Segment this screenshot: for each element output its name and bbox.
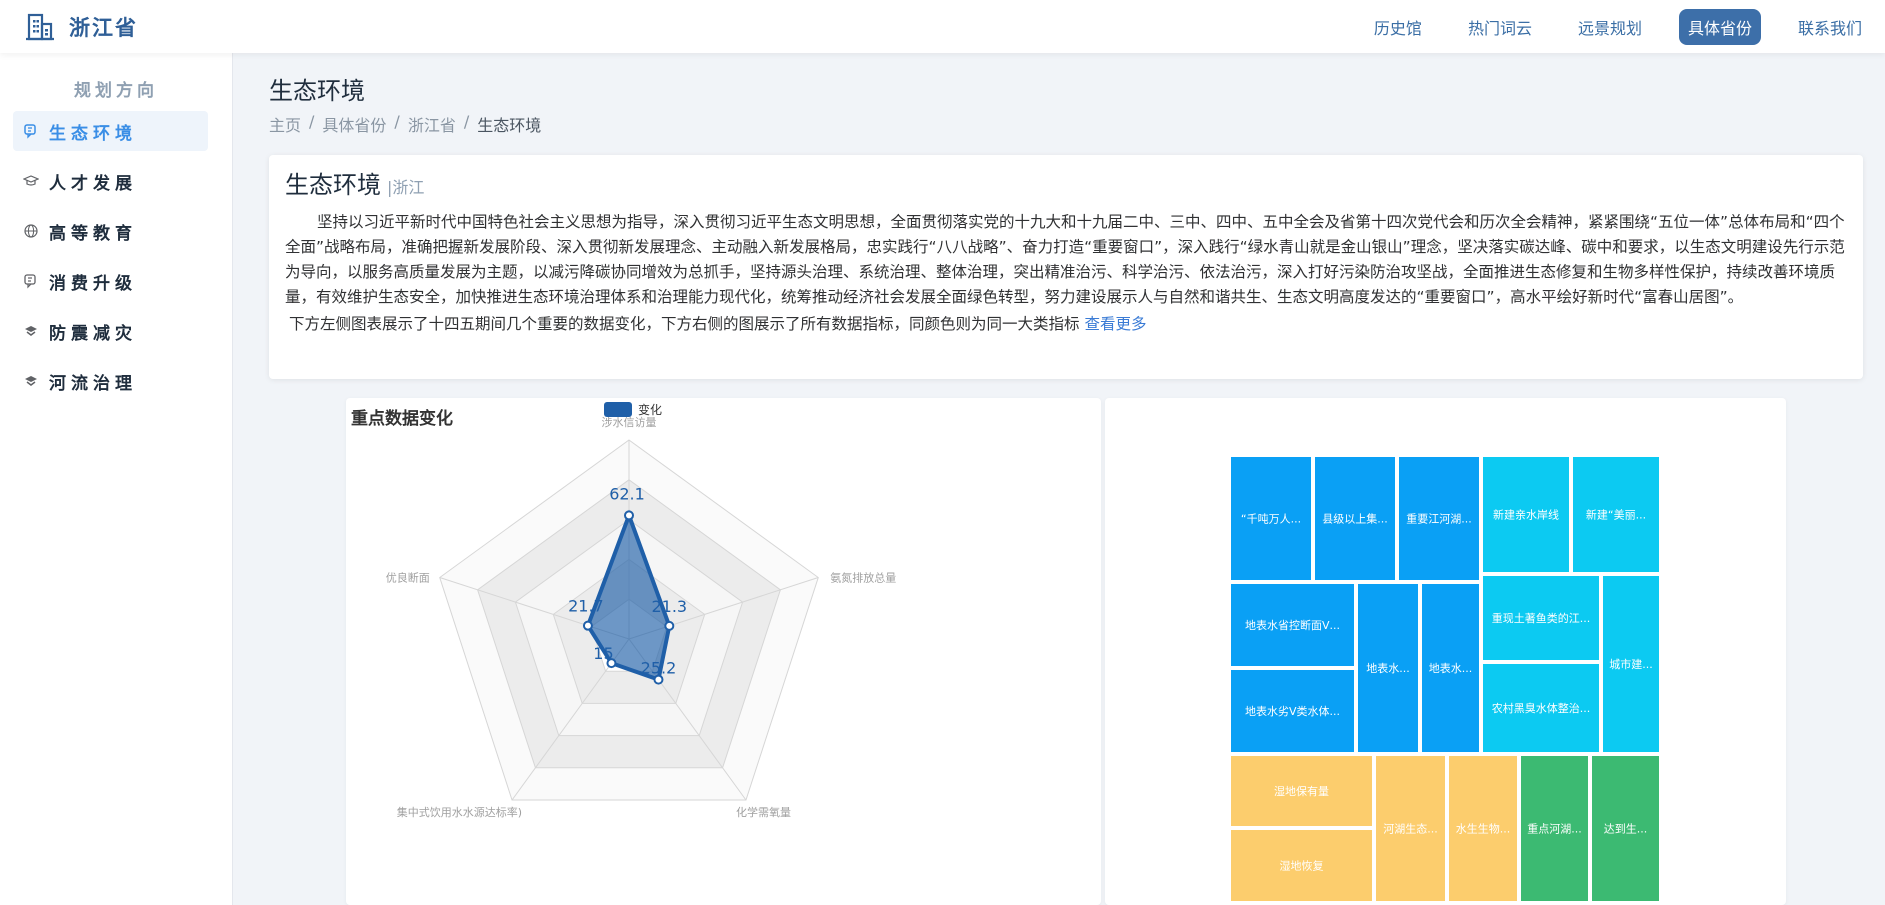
radar-point	[664, 620, 675, 631]
breadcrumb-separator: /	[309, 112, 315, 131]
intro-title: 生态环境	[285, 171, 381, 199]
radar-point	[582, 620, 593, 631]
sidebar-item-disaster-prevention[interactable]: 防震减灾	[13, 311, 208, 351]
radar-chart-card: 重点数据变化 涉水信访量氨氮排放总量化学需氧量 集中式饮用水水源达标率) 优良断面 6…	[346, 398, 1101, 905]
chart-title: 重点数据变化	[351, 409, 453, 429]
legend-swatch	[604, 402, 632, 417]
radar-indicator-label: 集中式饮用水水源达标率)	[397, 805, 522, 819]
app-title: 浙江省	[69, 15, 138, 40]
intro-heading: 生态环境 |浙江	[285, 165, 1847, 200]
nav-word-cloud[interactable]: 热门词云	[1459, 9, 1541, 45]
treemap-cell-label: 地表水...	[1366, 661, 1410, 675]
sidebar-item-higher-education[interactable]: 高等教育	[13, 211, 208, 251]
treemap-cell-label: “千吨万人...	[1241, 513, 1301, 526]
shield-icon	[23, 323, 39, 339]
intro-region-tag: |浙江	[387, 178, 425, 197]
radar-value-label: 62.1	[609, 484, 645, 503]
radar-value-label: 21.7	[568, 597, 604, 616]
breadcrumb-provinces[interactable]: 具体省份	[322, 112, 386, 136]
radar-indicator-label: 氨氮排放总量	[830, 571, 896, 585]
treemap-cell-label: 县级以上集...	[1322, 512, 1388, 526]
radar-value-label: 15	[593, 644, 613, 663]
top-navbar: 浙江省 历史馆 热门词云 远景规划 具体省份 联系我们	[0, 0, 1885, 53]
building-icon	[25, 12, 55, 42]
chat-icon	[23, 273, 39, 289]
breadcrumb-province[interactable]: 浙江省	[408, 112, 456, 136]
treemap-cell-label: 重现土著鱼类的江...	[1492, 611, 1591, 625]
treemap-cell-label: 农村黑臭水体整治...	[1492, 701, 1591, 715]
sidebar-item-consumption[interactable]: 消费升级	[13, 261, 208, 301]
treemap-cell-label: 达到生...	[1604, 822, 1648, 836]
treemap-cell-label: 城市建...	[1609, 657, 1653, 671]
page-title: 生态环境	[269, 77, 365, 105]
sidebar-item-label: 人才发展	[49, 173, 137, 194]
graduation-cap-icon	[22, 173, 40, 189]
main-nav: 历史馆 热门词云 远景规划 具体省份 联系我们	[1351, 0, 1885, 53]
sidebar-item-label: 高等教育	[49, 223, 137, 244]
treemap-cell-label: 重要江河湖...	[1406, 512, 1472, 526]
sidebar-heading: 规划方向	[74, 81, 158, 101]
treemap-chart-card: “千吨万人... 县级以上集... 重要江河湖... 地表水省控断面Ⅴ... 地表水劣Ⅴ…	[1105, 398, 1786, 905]
treemap-cell-label: 河湖生态...	[1383, 822, 1438, 836]
treemap-cell-label: 湿地恢复	[1280, 859, 1324, 873]
treemap-cell-label: 新建“美丽...	[1586, 508, 1646, 522]
treemap-cell-label: 水生生物...	[1456, 822, 1511, 836]
sidebar-item-label: 防震减灾	[49, 323, 137, 344]
globe-icon	[23, 223, 39, 239]
breadcrumb-separator: /	[394, 112, 400, 131]
nav-vision-plan[interactable]: 远景规划	[1569, 9, 1651, 45]
treemap-cell-label: 重点河湖...	[1527, 822, 1582, 836]
sidebar-menu: 生态环境 人才发展 高等教育 消费升级 防震减灾 河流治理	[0, 111, 232, 401]
treemap-cell-label: 新建亲水岸线	[1493, 508, 1559, 522]
radar-value-label: 25.2	[641, 659, 677, 678]
shield-icon	[23, 373, 39, 389]
intro-paragraph: 坚持以习近平新时代中国特色社会主义思想为指导，深入贯彻习近平生态文明思想，全面贯…	[285, 213, 1845, 306]
intro-card: 生态环境 |浙江 坚持以习近平新时代中国特色社会主义思想为指导，深入贯彻习近平生…	[269, 155, 1863, 379]
treemap-chart[interactable]: “千吨万人... 县级以上集... 重要江河湖... 地表水省控断面Ⅴ... 地表水劣Ⅴ…	[1105, 398, 1786, 905]
breadcrumb-current: 生态环境	[477, 116, 542, 135]
nav-contact[interactable]: 联系我们	[1789, 9, 1871, 45]
leaf-icon	[23, 123, 39, 139]
treemap-cell-label: 地表水劣Ⅴ类水体...	[1245, 704, 1340, 718]
breadcrumb-separator: /	[463, 112, 470, 131]
sidebar-item-river-management[interactable]: 河流治理	[13, 361, 208, 401]
breadcrumb: 主页 / 具体省份 / 浙江省 / 生态环境	[269, 112, 541, 136]
nav-provinces[interactable]: 具体省份	[1678, 8, 1761, 45]
treemap-cell-label: 地表水省控断面Ⅴ...	[1245, 618, 1340, 632]
sidebar-item-talent[interactable]: 人才发展	[13, 161, 208, 201]
radar-indicator-label: 优良断面	[386, 571, 430, 585]
treemap-cell-label: 湿地保有量	[1274, 784, 1329, 798]
radar-indicator-label: 化学需氧量	[736, 805, 791, 819]
radar-indicator-label: 涉水信访量	[602, 415, 657, 429]
legend-label: 变化	[638, 402, 662, 417]
treemap-cell-label: 地表水...	[1429, 661, 1473, 675]
brand[interactable]: 浙江省	[25, 12, 138, 42]
breadcrumb-home[interactable]: 主页	[269, 112, 301, 136]
sidebar-item-label: 河流治理	[49, 373, 137, 394]
radar-point	[624, 510, 634, 521]
sidebar-item-label: 生态环境	[49, 123, 137, 144]
sidebar-item-ecology[interactable]: 生态环境	[13, 111, 208, 151]
radar-chart[interactable]: 涉水信访量氨氮排放总量化学需氧量 集中式饮用水水源达标率) 优良断面 62.1 21.3…	[346, 398, 1101, 905]
nav-history[interactable]: 历史馆	[1365, 9, 1431, 45]
intro-note: 下方左侧图表展示了十四五期间几个重要的数据变化，下方右侧的图展示了所有数据指标，…	[285, 312, 1847, 337]
view-more-link[interactable]: 查看更多	[1084, 315, 1146, 333]
main-content: 生态环境 主页 / 具体省份 / 浙江省 / 生态环境 生态环境 |浙江 坚持以…	[233, 53, 1885, 905]
sidebar: 规划方向 生态环境 人才发展 高等教育 消费升级 防震减灾 河流治理	[0, 53, 233, 905]
sidebar-item-label: 消费升级	[49, 273, 137, 294]
radar-value-label: 21.3	[651, 597, 687, 616]
intro-note-text: 下方左侧图表展示了十四五期间几个重要的数据变化，下方右侧的图展示了所有数据指标，…	[289, 315, 1080, 333]
